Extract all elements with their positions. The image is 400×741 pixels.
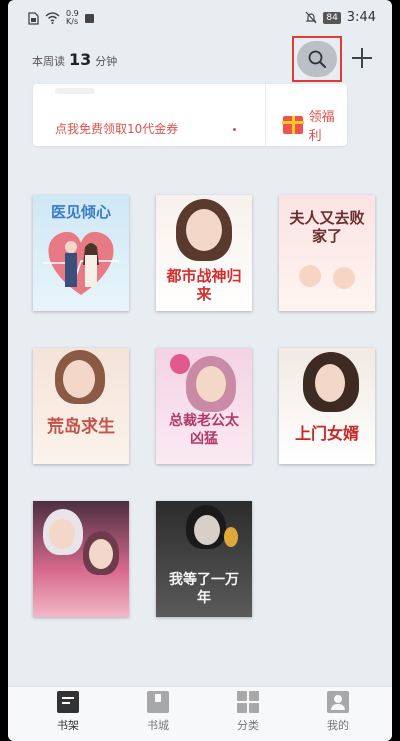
- add-book-button[interactable]: [348, 44, 376, 72]
- book-cover-3[interactable]: 夫人又去败家了: [279, 195, 375, 311]
- tab-label: 书城: [147, 719, 169, 732]
- mute-bell-icon: [305, 11, 317, 24]
- tab-label: 我的: [327, 719, 349, 732]
- banner-divider: [265, 84, 266, 146]
- cover-face: [49, 519, 75, 549]
- book-title-4: 荒岛求生: [47, 417, 115, 437]
- tab-bookshelf[interactable]: 书架: [38, 691, 98, 737]
- cover-face: [196, 366, 226, 402]
- welfare-button[interactable]: 领福利: [282, 106, 347, 144]
- cover-chibi-face: [333, 267, 355, 289]
- gift-icon: [282, 116, 304, 134]
- reading-minutes: 13: [69, 50, 92, 69]
- tab-category[interactable]: 分类: [218, 691, 278, 737]
- book-cover-1[interactable]: 医见倾心: [33, 195, 129, 311]
- search-button-bg[interactable]: [297, 41, 337, 77]
- tab-profile[interactable]: 我的: [308, 691, 368, 737]
- reading-label-suffix: 分钟: [95, 55, 118, 68]
- book-cover-2[interactable]: 都市战神归来: [156, 195, 252, 311]
- cover-face: [194, 515, 220, 545]
- wifi-icon: [45, 12, 60, 24]
- promo-text[interactable]: 点我免费领取10代金券: [55, 120, 178, 137]
- status-left: 0.9 K/s: [28, 10, 94, 26]
- status-bar: 0.9 K/s 84 3:44: [8, 0, 392, 36]
- app-frame: 0.9 K/s 84 3:44 本周读 13 分钟 点我免费领取10代金券 领福…: [8, 0, 392, 741]
- book-title-2: 都市战神归来: [166, 267, 242, 303]
- tab-bookstore[interactable]: 书城: [128, 691, 188, 737]
- cover-face: [186, 209, 222, 251]
- cover-badge: [170, 354, 190, 374]
- search-icon: [308, 50, 326, 68]
- tab-label: 书架: [57, 719, 79, 732]
- net-speed: 0.9 K/s: [66, 10, 79, 26]
- book-cover-7[interactable]: [33, 501, 129, 617]
- book-title-6: 上门女婿: [294, 424, 359, 443]
- book-cover-4[interactable]: 荒岛求生: [33, 348, 129, 464]
- book-cover-8[interactable]: 我等了一万年: [156, 501, 252, 617]
- bottom-tab-bar: 书架 书城 分类 我的: [8, 686, 392, 741]
- plus-icon: [352, 48, 372, 68]
- cover-face: [63, 360, 95, 398]
- bookshelf-header: 本周读 13 分钟: [8, 36, 392, 84]
- weekly-reading-time: 本周读 13 分钟: [32, 50, 117, 69]
- book-title-8: 我等了一万年: [169, 572, 239, 606]
- parrot-graphic: [224, 527, 238, 547]
- book-title-5: 总裁老公太凶猛: [169, 413, 239, 447]
- tab-label: 分类: [237, 719, 259, 732]
- book-cover-6[interactable]: 上门女婿: [279, 348, 375, 464]
- bookstore-icon: [147, 691, 169, 713]
- status-right: 84 3:44: [305, 10, 376, 25]
- notification-square-icon: [84, 13, 94, 23]
- reading-label-prefix: 本周读: [32, 55, 65, 68]
- cover-face: [89, 539, 113, 569]
- search-button[interactable]: [292, 36, 342, 82]
- battery-indicator: 84: [323, 11, 341, 24]
- banner-top-fade: [55, 88, 95, 94]
- bookshelf-icon: [57, 691, 79, 713]
- sim-icon: [28, 11, 39, 25]
- clock: 3:44: [346, 10, 376, 25]
- book-title-3: 夫人又去败家了: [289, 209, 365, 245]
- heart-graphic: [43, 231, 119, 295]
- cover-chibi-face: [299, 265, 321, 287]
- promo-banner[interactable]: 点我免费领取10代金券 领福利: [33, 84, 347, 146]
- category-grid-icon: [237, 691, 259, 713]
- profile-icon: [327, 691, 349, 713]
- welfare-label: 领福利: [308, 110, 335, 144]
- cover-face: [315, 364, 345, 402]
- banner-dot: [233, 128, 236, 131]
- net-speed-unit: K/s: [66, 17, 79, 26]
- book-cover-5[interactable]: 总裁老公太凶猛: [156, 348, 252, 464]
